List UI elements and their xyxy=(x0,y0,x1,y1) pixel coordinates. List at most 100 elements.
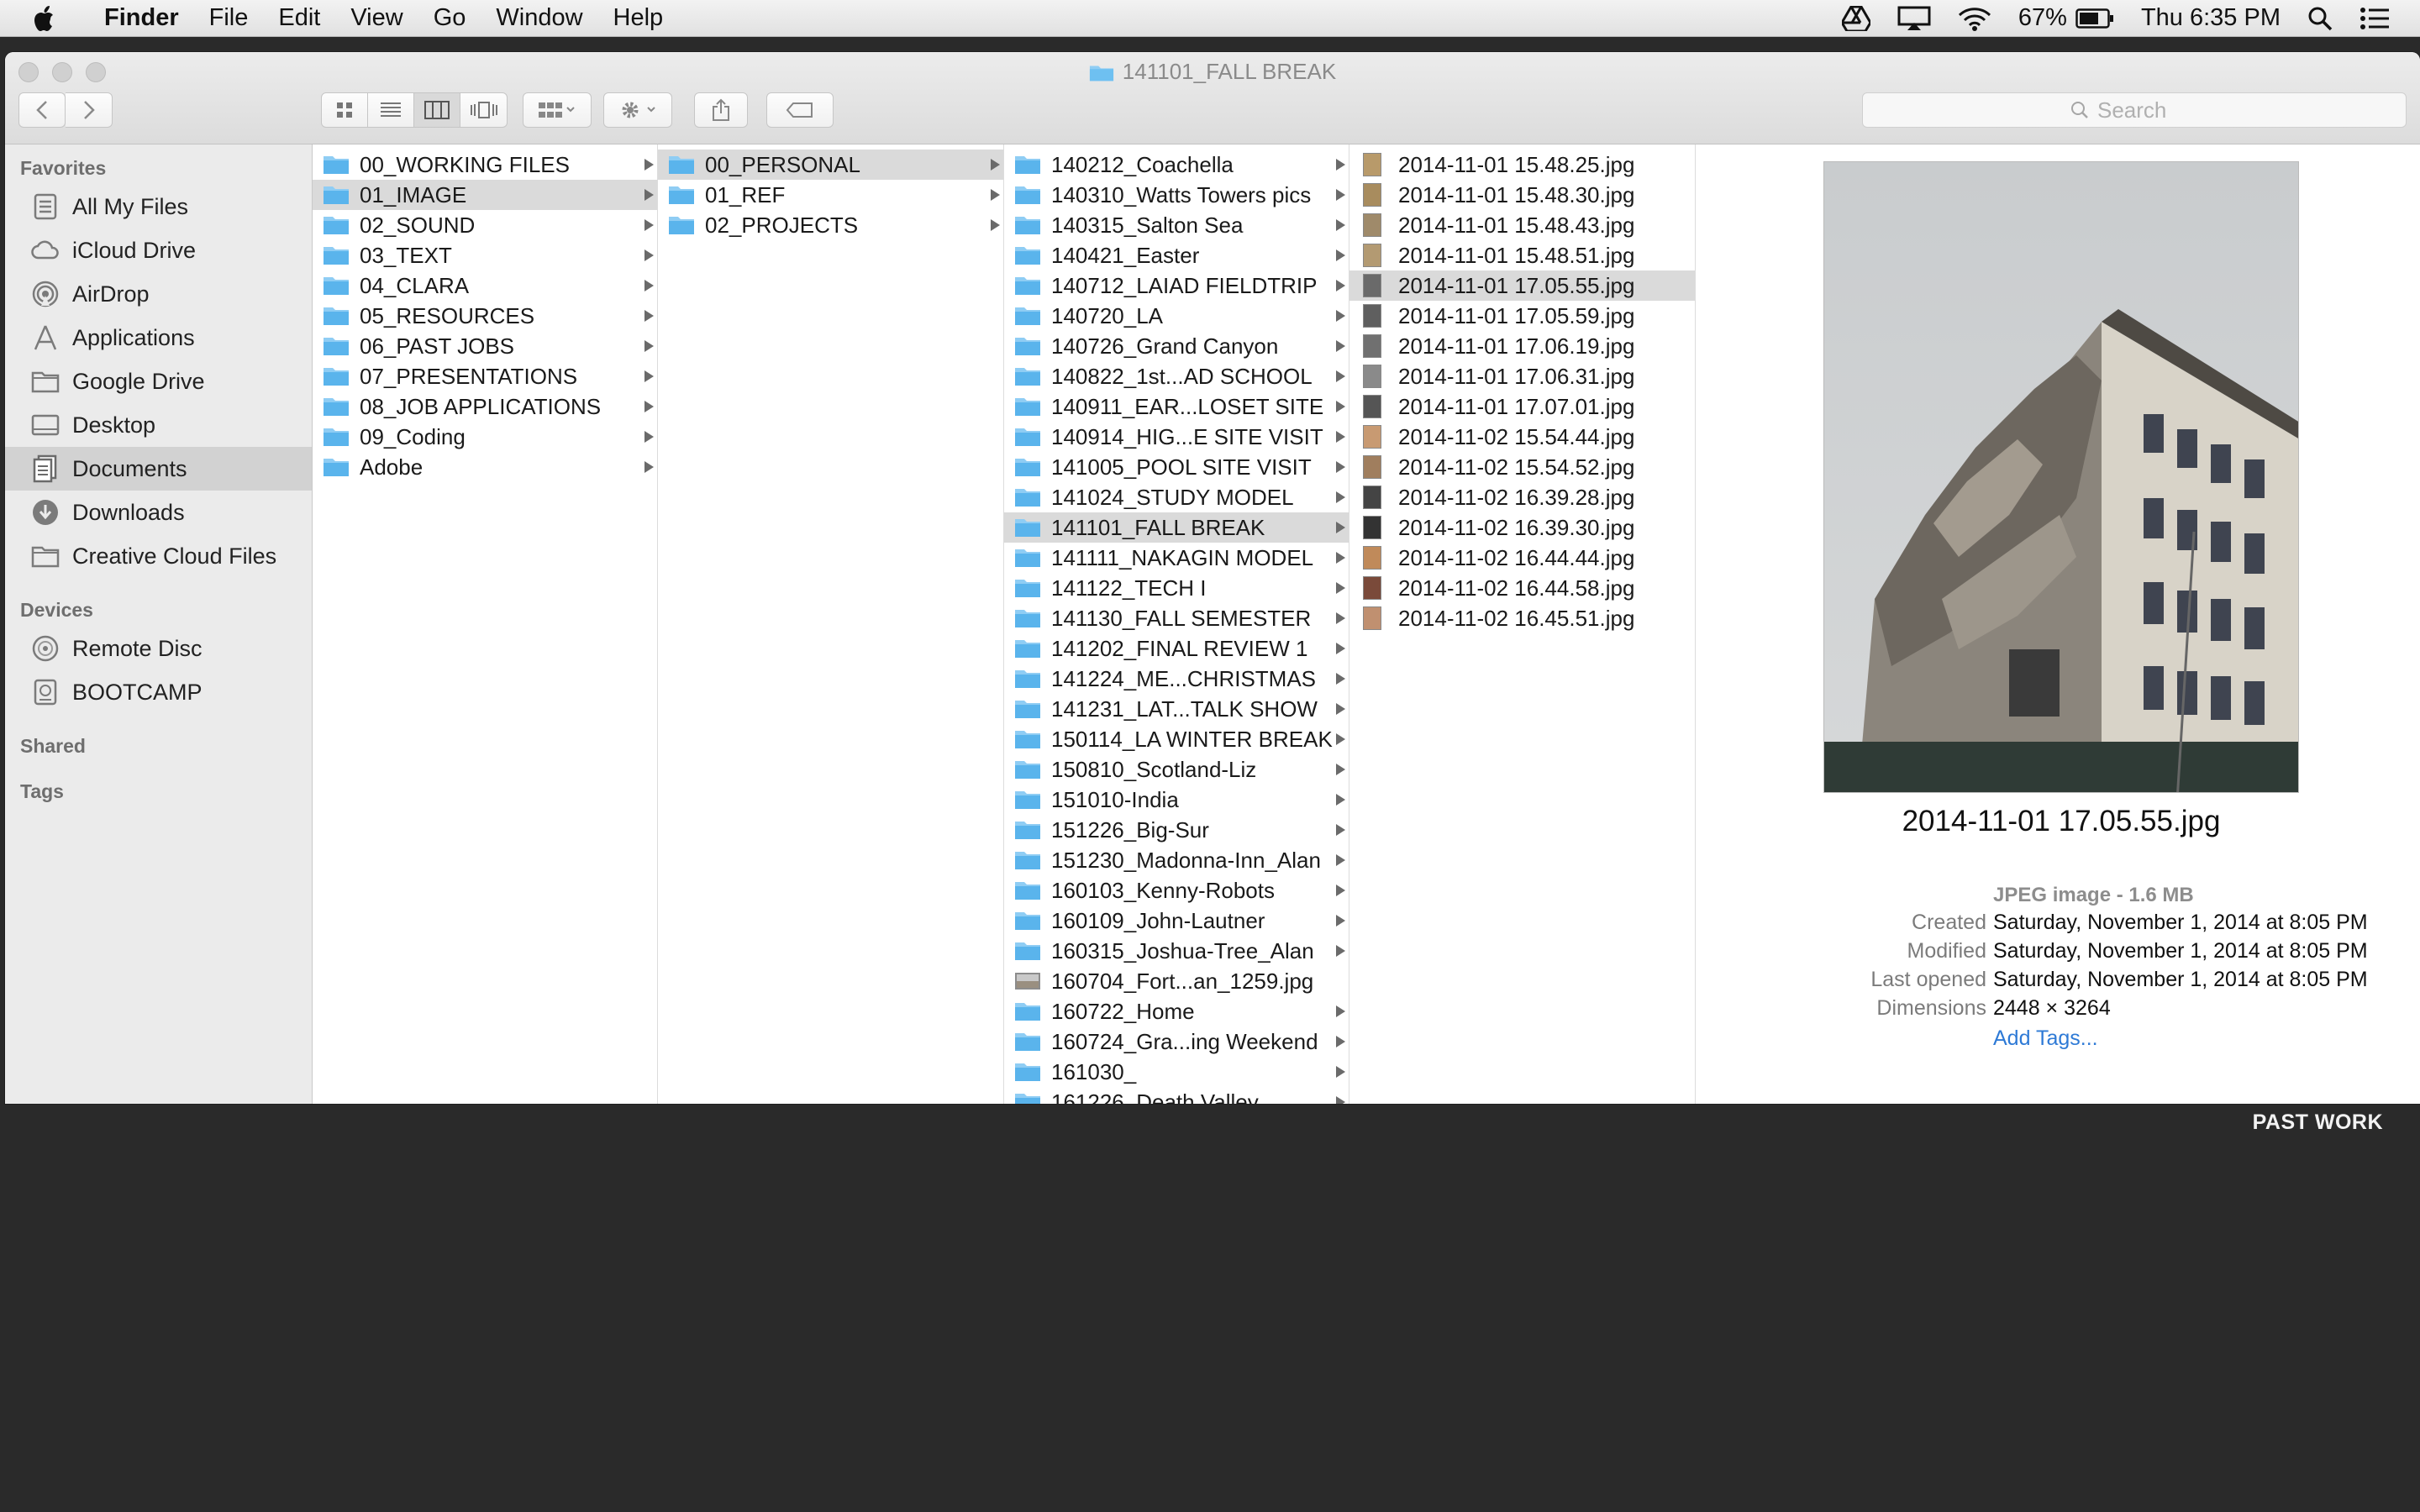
folder-row[interactable]: 08_JOB APPLICATIONS xyxy=(313,391,657,422)
file-row[interactable]: 2014-11-01 17.05.55.jpg xyxy=(1349,270,1695,301)
menu-finder[interactable]: Finder xyxy=(89,0,194,36)
folder-row[interactable]: 141101_FALL BREAK xyxy=(1004,512,1349,543)
file-row[interactable]: 2014-11-01 17.06.19.jpg xyxy=(1349,331,1695,361)
wifi-icon[interactable] xyxy=(1958,6,1991,31)
file-row[interactable]: 2014-11-02 15.54.52.jpg xyxy=(1349,452,1695,482)
sidebar-item-google-drive[interactable]: Google Drive xyxy=(5,360,312,403)
folder-row[interactable]: 09_Coding xyxy=(313,422,657,452)
folder-row[interactable]: 160722_Home xyxy=(1004,996,1349,1026)
menu-go[interactable]: Go xyxy=(418,0,481,36)
folder-row[interactable]: 05_RESOURCES xyxy=(313,301,657,331)
folder-row[interactable]: 151010-India xyxy=(1004,785,1349,815)
folder-row[interactable]: 140726_Grand Canyon xyxy=(1004,331,1349,361)
folder-row[interactable]: 01_IMAGE xyxy=(313,180,657,210)
folder-row[interactable]: 150810_Scotland-Liz xyxy=(1004,754,1349,785)
sidebar-item-icloud-drive[interactable]: iCloud Drive xyxy=(5,228,312,272)
folder-row[interactable]: 141202_FINAL REVIEW 1 xyxy=(1004,633,1349,664)
folder-row[interactable]: 141005_POOL SITE VISIT xyxy=(1004,452,1349,482)
desktop-item-label[interactable]: PAST WORK xyxy=(2253,1110,2383,1135)
folder-row[interactable]: 140421_Easter xyxy=(1004,240,1349,270)
folder-row[interactable]: 161226_Death Valley xyxy=(1004,1087,1349,1104)
airplay-icon[interactable] xyxy=(1897,6,1931,31)
sidebar-heading-shared[interactable]: Shared xyxy=(5,729,312,763)
folder-row[interactable]: 140712_LAIAD FIELDTRIP xyxy=(1004,270,1349,301)
search-input[interactable] xyxy=(2097,97,2198,123)
folder-row[interactable]: 141111_NAKAGIN MODEL xyxy=(1004,543,1349,573)
search-field[interactable] xyxy=(1862,92,2407,128)
folder-row[interactable]: 140212_Coachella xyxy=(1004,150,1349,180)
file-row[interactable]: 2014-11-02 16.44.44.jpg xyxy=(1349,543,1695,573)
list-view-button[interactable] xyxy=(368,93,414,127)
menu-edit[interactable]: Edit xyxy=(263,0,335,36)
back-button[interactable] xyxy=(18,92,66,128)
menubar-clock[interactable]: Thu 6:35 PM xyxy=(2141,4,2281,32)
spotlight-search-icon[interactable] xyxy=(2307,6,2333,31)
folder-row[interactable]: 04_CLARA xyxy=(313,270,657,301)
sidebar-item-remote-disc[interactable]: Remote Disc xyxy=(5,627,312,670)
folder-row[interactable]: 141231_LAT...TALK SHOW xyxy=(1004,694,1349,724)
file-row[interactable]: 2014-11-02 15.54.44.jpg xyxy=(1349,422,1695,452)
folder-row[interactable]: 141024_STUDY MODEL xyxy=(1004,482,1349,512)
preview-image[interactable] xyxy=(1823,161,2299,793)
file-row[interactable]: 2014-11-01 17.05.59.jpg xyxy=(1349,301,1695,331)
folder-row[interactable]: 01_REF xyxy=(658,180,1003,210)
folder-row[interactable]: 151230_Madonna-Inn_Alan xyxy=(1004,845,1349,875)
folder-row[interactable]: 140315_Salton Sea xyxy=(1004,210,1349,240)
arrange-button[interactable] xyxy=(523,92,592,128)
folder-row[interactable]: 140914_HIG...E SITE VISIT xyxy=(1004,422,1349,452)
sidebar-heading-tags[interactable]: Tags xyxy=(5,774,312,808)
folder-row[interactable]: 150114_LA WINTER BREAK xyxy=(1004,724,1349,754)
action-button[interactable] xyxy=(603,92,672,128)
folder-row[interactable]: 00_PERSONAL xyxy=(658,150,1003,180)
file-row[interactable]: 2014-11-02 16.44.58.jpg xyxy=(1349,573,1695,603)
sidebar-item-applications[interactable]: Applications xyxy=(5,316,312,360)
folder-row[interactable]: 160103_Kenny-Robots xyxy=(1004,875,1349,906)
folder-row[interactable]: 02_SOUND xyxy=(313,210,657,240)
add-tags-link[interactable]: Add Tags... xyxy=(1993,1026,2098,1051)
sidebar-item-documents[interactable]: Documents xyxy=(5,447,312,491)
folder-row[interactable]: 140310_Watts Towers pics xyxy=(1004,180,1349,210)
sidebar-item-creative-cloud-files[interactable]: Creative Cloud Files xyxy=(5,534,312,578)
folder-row[interactable]: 140720_LA xyxy=(1004,301,1349,331)
sidebar-item-airdrop[interactable]: AirDrop xyxy=(5,272,312,316)
file-row[interactable]: 2014-11-02 16.39.28.jpg xyxy=(1349,482,1695,512)
file-row[interactable]: 2014-11-01 15.48.30.jpg xyxy=(1349,180,1695,210)
file-row[interactable]: 2014-11-01 17.06.31.jpg xyxy=(1349,361,1695,391)
folder-row[interactable]: 160315_Joshua-Tree_Alan xyxy=(1004,936,1349,966)
menu-window[interactable]: Window xyxy=(481,0,597,36)
folder-row[interactable]: 03_TEXT xyxy=(313,240,657,270)
folder-row[interactable]: 140911_EAR...LOSET SITE xyxy=(1004,391,1349,422)
folder-row[interactable]: 141122_TECH I xyxy=(1004,573,1349,603)
file-row[interactable]: 2014-11-01 15.48.43.jpg xyxy=(1349,210,1695,240)
folder-row[interactable]: 141130_FALL SEMESTER xyxy=(1004,603,1349,633)
folder-row[interactable]: 160109_John-Lautner xyxy=(1004,906,1349,936)
icon-view-button[interactable] xyxy=(322,93,368,127)
sidebar-item-all-my-files[interactable]: All My Files xyxy=(5,185,312,228)
battery-status[interactable]: 67% xyxy=(2018,4,2114,32)
folder-row[interactable]: 06_PAST JOBS xyxy=(313,331,657,361)
file-row[interactable]: 2014-11-02 16.39.30.jpg xyxy=(1349,512,1695,543)
folder-row[interactable]: 161030_ xyxy=(1004,1057,1349,1087)
folder-row[interactable]: 00_WORKING FILES xyxy=(313,150,657,180)
apple-menu-icon[interactable] xyxy=(34,5,69,31)
folder-row[interactable]: 160704_Fort...an_1259.jpg xyxy=(1004,966,1349,996)
cover-flow-button[interactable] xyxy=(460,93,507,127)
tags-button[interactable] xyxy=(766,92,834,128)
folder-row[interactable]: 151226_Big-Sur xyxy=(1004,815,1349,845)
notification-center-icon[interactable] xyxy=(2360,6,2390,31)
menu-help[interactable]: Help xyxy=(598,0,679,36)
folder-row[interactable]: Adobe xyxy=(313,452,657,482)
folder-row[interactable]: 07_PRESENTATIONS xyxy=(313,361,657,391)
file-row[interactable]: 2014-11-02 16.45.51.jpg xyxy=(1349,603,1695,633)
folder-row[interactable]: 02_PROJECTS xyxy=(658,210,1003,240)
folder-row[interactable]: 141224_ME...CHRISTMAS xyxy=(1004,664,1349,694)
file-row[interactable]: 2014-11-01 17.07.01.jpg xyxy=(1349,391,1695,422)
file-row[interactable]: 2014-11-01 15.48.25.jpg xyxy=(1349,150,1695,180)
sidebar-item-desktop[interactable]: Desktop xyxy=(5,403,312,447)
sidebar-item-bootcamp[interactable]: BOOTCAMP xyxy=(5,670,312,714)
menu-view[interactable]: View xyxy=(335,0,418,36)
share-button[interactable] xyxy=(694,92,748,128)
folder-row[interactable]: 140822_1st...AD SCHOOL xyxy=(1004,361,1349,391)
menu-file[interactable]: File xyxy=(194,0,264,36)
folder-row[interactable]: 160724_Gra...ing Weekend xyxy=(1004,1026,1349,1057)
